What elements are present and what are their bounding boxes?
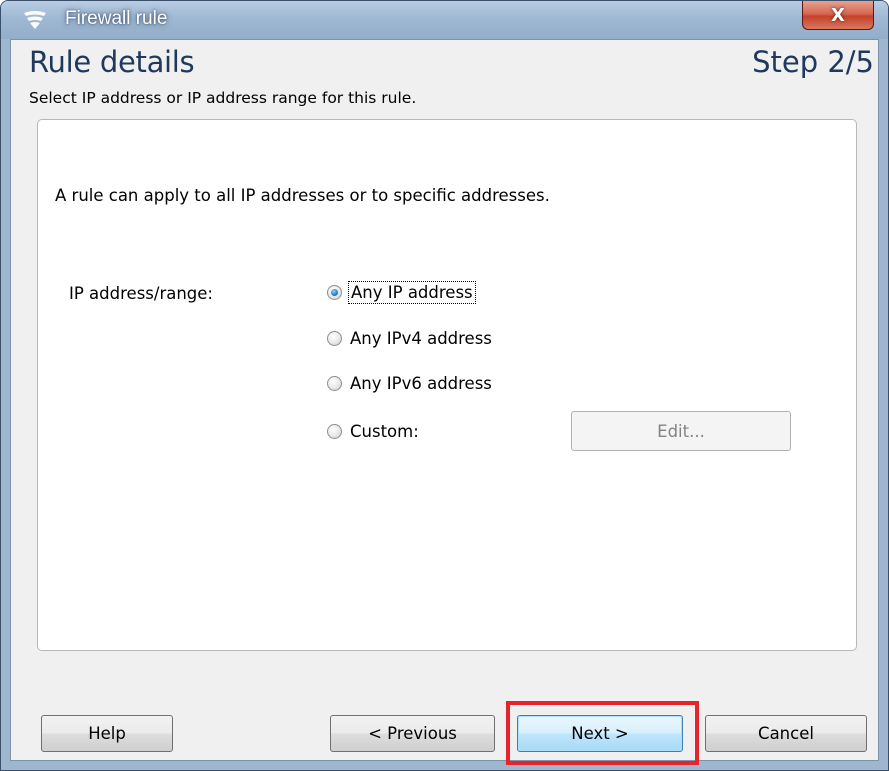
step-indicator: Step 2/5 [752, 45, 874, 79]
close-icon: X [831, 4, 845, 26]
panel-intro-text: A rule can apply to all IP addresses or … [55, 186, 550, 205]
previous-button[interactable]: < Previous [330, 715, 495, 752]
firewall-rule-dialog: Firewall rule X Rule details Step 2/5 Se… [0, 0, 889, 771]
close-button[interactable]: X [802, 1, 874, 30]
page-title: Rule details [29, 45, 195, 79]
radio-custom-label[interactable]: Custom: [348, 421, 421, 442]
radio-any-ipv6[interactable]: Any IPv6 address [327, 373, 494, 394]
radio-custom[interactable]: Custom: [327, 421, 421, 442]
radio-button[interactable] [327, 376, 342, 391]
radio-any-ip[interactable]: Any IP address [327, 281, 476, 304]
radio-any-ip-label[interactable]: Any IP address [348, 281, 476, 304]
next-button-highlight [506, 701, 699, 765]
radio-button-checked[interactable] [327, 285, 342, 300]
window-title: Firewall rule [65, 8, 168, 29]
radio-any-ipv4-label[interactable]: Any IPv4 address [348, 328, 494, 349]
radio-button[interactable] [327, 424, 342, 439]
radio-any-ipv6-label[interactable]: Any IPv6 address [348, 373, 494, 394]
cancel-button[interactable]: Cancel [705, 715, 867, 752]
radio-any-ipv4[interactable]: Any IPv4 address [327, 328, 494, 349]
firewall-app-icon [24, 11, 46, 29]
title-bar[interactable]: Firewall rule X [1, 1, 888, 39]
help-button[interactable]: Help [41, 715, 173, 752]
page-subtitle: Select IP address or IP address range fo… [29, 89, 417, 107]
ip-range-label: IP address/range: [69, 284, 213, 303]
radio-button[interactable] [327, 331, 342, 346]
edit-button[interactable]: Edit... [571, 411, 791, 451]
